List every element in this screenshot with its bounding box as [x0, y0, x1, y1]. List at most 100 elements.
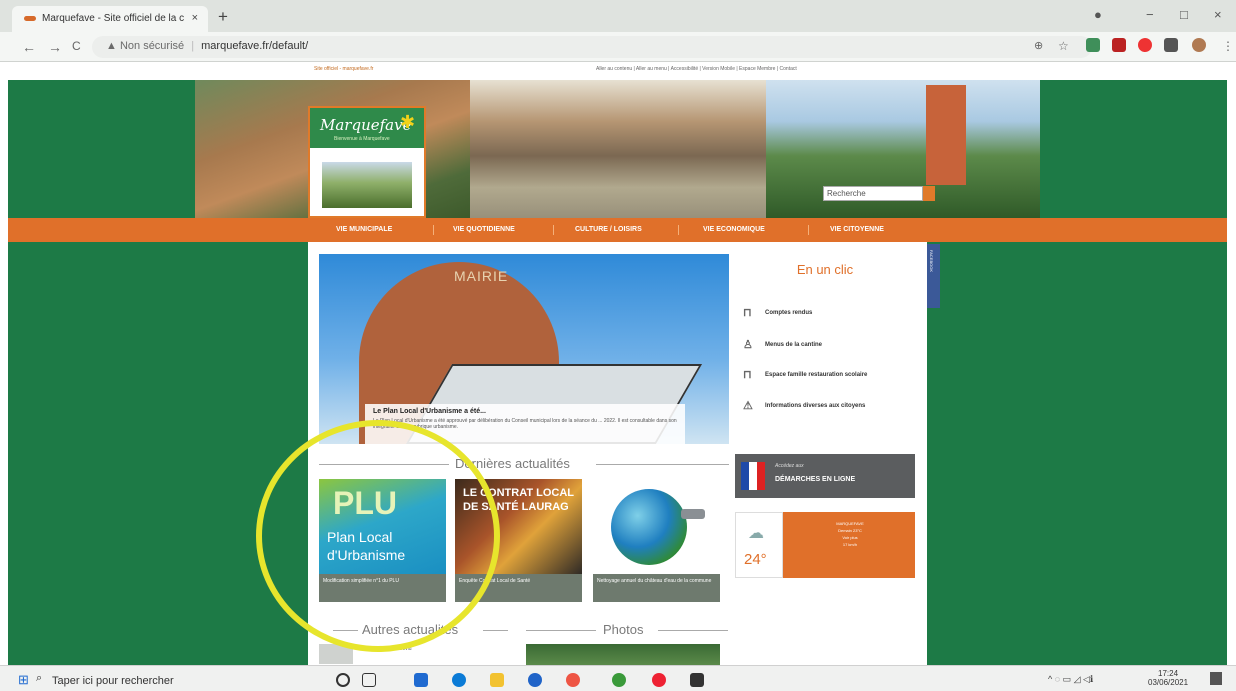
logo-landscape-image [322, 162, 412, 208]
chrome-icon[interactable] [652, 673, 666, 687]
facebook-tab[interactable]: FACEBOOK [927, 244, 940, 308]
weather-info: MARQUEFAVE Demain 23°C Voir plus 17 km/h [795, 520, 905, 548]
facebook-label: FACEBOOK [929, 250, 934, 273]
taskbar-clock[interactable]: 17:24 03/06/2021 [1148, 669, 1188, 687]
header-banner: Marquefave Bienvenue à Marquefave ✱ Rech… [195, 80, 1040, 218]
site-favicon-icon [24, 16, 36, 21]
profile-icon[interactable]: ● [1094, 7, 1102, 22]
address-bar[interactable]: ▲ Non sécurisé | marquefave.fr/default/ [92, 36, 1092, 58]
earth-tap-image [593, 479, 720, 574]
clic-label: Informations diverses aux citoyens [765, 403, 866, 410]
extension-icon[interactable] [1086, 38, 1100, 52]
section-rule [526, 630, 596, 631]
clic-menus-cantine[interactable]: ♙ Menus de la cantine [743, 338, 918, 351]
bookmark-star-icon[interactable]: ☆ [1058, 39, 1069, 53]
hero-slideshow[interactable]: MAIRIE Le Plan Local d'Urbanisme a été..… [319, 254, 729, 444]
back-button[interactable]: ← [22, 39, 36, 55]
app-icon[interactable] [528, 673, 542, 687]
windows-start-icon[interactable]: ⊞ [18, 672, 29, 688]
puzzle-extensions-icon[interactable] [1164, 38, 1178, 52]
minimize-button[interactable]: − [1146, 7, 1154, 22]
section-rule [596, 464, 729, 465]
en-un-clic-panel: En un clic ⊓ Comptes rendus ♙ Menus de la … [735, 254, 915, 444]
security-label: Non sécurisé [119, 40, 185, 52]
nav-separator [553, 225, 554, 235]
tab-title: Marquefave - Site officiel de la c [42, 13, 185, 24]
weather-widget[interactable]: ☁ 24° MARQUEFAVE Demain 23°C Voir plus 1… [735, 512, 915, 578]
nav-vie-citoyenne[interactable]: VIE CITOYENNE [830, 226, 884, 233]
url-text: marquefave.fr/default/ [201, 40, 309, 52]
windows-taskbar: ⊞ ⌕ Taper ici pour rechercher ^ ◌ ▭ ◿ ◁ℹ… [0, 665, 1236, 691]
clic-espace-famille[interactable]: ⊓ Espace famille restauration scolaire [743, 368, 918, 381]
file-explorer-icon[interactable] [490, 673, 504, 687]
weather-details: Demain 23°C [838, 528, 862, 533]
close-window-button[interactable]: × [1214, 7, 1222, 22]
clic-comptes-rendus[interactable]: ⊓ Comptes rendus [743, 306, 918, 319]
site-logo[interactable]: Marquefave Bienvenue à Marquefave ✱ [308, 106, 426, 218]
taskbar-search-input[interactable]: Taper ici pour rechercher [52, 675, 174, 687]
opera-extension-icon[interactable] [1138, 38, 1152, 52]
browser-toolbar: ← → C ▲ Non sécurisé | marquefave.fr/def… [0, 32, 1236, 62]
mouse-icon: ⊓ [743, 307, 752, 319]
news-card-chateau-eau[interactable]: Nettoyage annuel du château d'eau de la … [593, 479, 720, 602]
forward-button[interactable]: → [48, 39, 62, 55]
clic-informations[interactable]: ⚠ Informations diverses aux citoyens [743, 399, 918, 412]
earth-globe [611, 489, 687, 565]
nav-vie-municipale[interactable]: VIE MUNICIPALE [336, 226, 392, 233]
search-icon[interactable]: ⌕ [36, 672, 42, 685]
app-icon[interactable] [414, 673, 428, 687]
hero-caption-title: Le Plan Local d'Urbanisme a été... [373, 408, 486, 415]
nav-culture-loisirs[interactable]: CULTURE / LOISIRS [575, 226, 642, 233]
zoom-icon[interactable]: ⊕ [1034, 39, 1043, 52]
reload-button[interactable]: C [72, 39, 81, 53]
nav-vie-economique[interactable]: VIE ECONOMIQUE [703, 226, 765, 233]
accessibility-links[interactable]: Aller au contenu | Aller au menu | Acces… [596, 66, 797, 72]
photos-title: Photos [603, 622, 644, 637]
browser-menu-icon[interactable]: ⋮ [1222, 39, 1234, 53]
search-input[interactable]: Recherche [823, 186, 923, 201]
warning-icon: ⚠ [743, 400, 753, 412]
church-tower [926, 85, 966, 185]
demarches-small-text: Accédez aux [775, 463, 804, 469]
en-un-clic-title: En un clic [796, 262, 854, 277]
main-navigation: VIE MUNICIPALE VIE QUOTIDIENNE CULTURE /… [8, 218, 1227, 242]
app-icon[interactable] [690, 673, 704, 687]
nav-separator [433, 225, 434, 235]
cortana-icon[interactable] [336, 673, 350, 687]
site-top-note: Site officiel - marquefave.fr [314, 66, 374, 72]
address-separator: | [191, 40, 195, 52]
cloud-rain-icon: ☁ [748, 525, 764, 542]
nav-vie-quotidienne[interactable]: VIE QUOTIDIENNE [453, 226, 515, 233]
web-page: Site officiel - marquefave.fr Aller au c… [0, 62, 1236, 665]
clock-date: 03/06/2021 [1148, 678, 1189, 687]
mairie-sign: MAIRIE [454, 268, 509, 284]
user-avatar-icon[interactable] [1192, 38, 1206, 52]
browser-tab-bar: Marquefave - Site officiel de la c × + ●… [0, 0, 1236, 32]
notification-icon[interactable] [1210, 672, 1222, 685]
clic-label: Menus de la cantine [765, 342, 823, 349]
section-rule [658, 630, 728, 631]
new-tab-button[interactable]: + [218, 7, 228, 27]
demarches-en-ligne-button[interactable]: Accédez aux DÉMARCHES EN LIGNE [735, 454, 915, 498]
nav-separator [678, 225, 679, 235]
edge-icon[interactable] [452, 673, 466, 687]
demarches-title: DÉMARCHES EN LIGNE [775, 476, 856, 483]
tab-close-button[interactable]: × [192, 12, 198, 24]
weather-more: Voir plus [842, 535, 858, 540]
clock-time: 17:24 [1158, 669, 1179, 678]
maximize-button[interactable]: □ [1180, 7, 1188, 22]
petanque-photo [470, 80, 766, 218]
search-button[interactable] [923, 186, 935, 201]
system-tray-icons[interactable]: ^ ◌ ▭ ◿ ◁ℹ [1048, 674, 1093, 685]
app-icon[interactable] [566, 673, 580, 687]
browser-tab[interactable]: Marquefave - Site officiel de la c × [12, 6, 208, 32]
logo-tagline: Bienvenue à Marquefave [334, 136, 390, 142]
logo-star-icon: ✱ [400, 112, 416, 132]
photos-gallery[interactable] [526, 644, 720, 665]
water-tap [681, 509, 705, 519]
weather-wind: 17 km/h [842, 542, 858, 547]
task-view-icon[interactable] [362, 673, 376, 687]
person-icon: ♙ [743, 339, 753, 351]
pdf-extension-icon[interactable] [1112, 38, 1126, 52]
app-icon[interactable] [612, 673, 626, 687]
